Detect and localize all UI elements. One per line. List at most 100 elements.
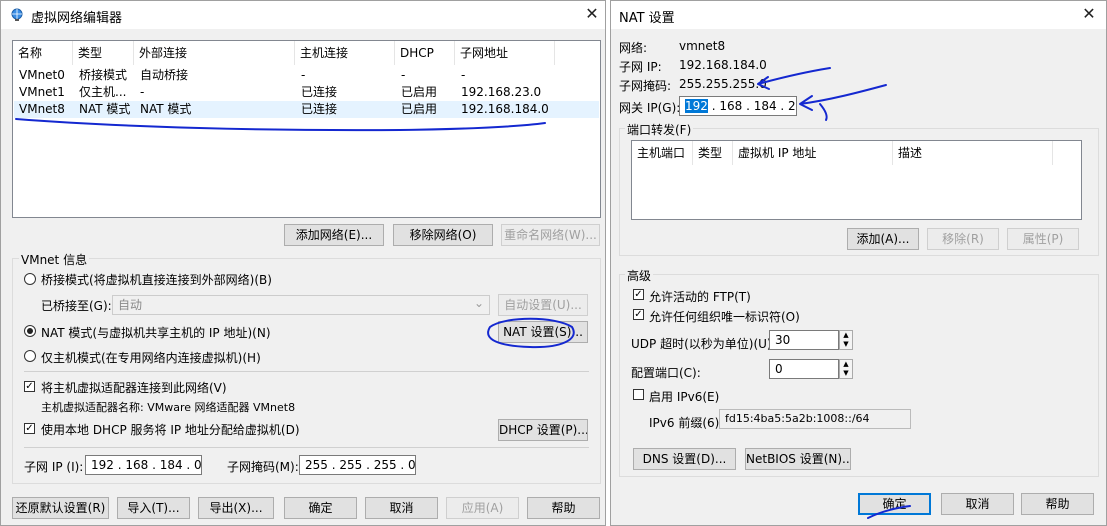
dns-settings-button[interactable]: DNS 设置(D)... — [633, 448, 736, 470]
nat-mode-radio[interactable] — [24, 325, 36, 337]
globe-network-icon — [11, 8, 23, 21]
spin-down-icon[interactable]: ▼ — [840, 369, 852, 378]
cell-host: 已连接 — [301, 85, 338, 99]
host-only-mode-label[interactable]: 仅主机模式(在专用网络内连接虚拟机)(H) — [41, 349, 261, 366]
cell-subnet: 192.168.23.0 — [461, 85, 542, 99]
subnet-ip-label: 子网 IP (I): — [24, 460, 84, 474]
network-value: vmnet8 — [679, 39, 726, 53]
allow-org-id-checkbox[interactable]: ✓ — [633, 309, 644, 320]
config-port-stepper[interactable]: ▲ ▼ — [839, 359, 853, 379]
column-header-host-port[interactable]: 主机端口 — [632, 141, 693, 165]
nat-ok-button[interactable]: 确定 — [858, 493, 931, 515]
udp-timeout-stepper[interactable]: ▲ ▼ — [839, 330, 853, 350]
table-row[interactable]: VMnet1 仅主机... - 已连接 已启用 192.168.23.0 — [14, 84, 599, 101]
port-forward-table[interactable]: 主机端口 类型 虚拟机 IP 地址 描述 — [631, 140, 1082, 220]
subnet-ip-field[interactable]: 192 . 168 . 184 . 0 — [85, 455, 202, 475]
ipv6-prefix-field[interactable]: fd15:4ba5:5a2b:1008::/64 — [719, 409, 911, 429]
nat-settings-button[interactable]: NAT 设置(S)... — [498, 321, 588, 343]
ipv6-prefix-label: IPv6 前缀(6): — [649, 416, 724, 430]
spin-down-icon[interactable]: ▼ — [840, 340, 852, 349]
import-button[interactable]: 导入(T)... — [117, 497, 190, 519]
allow-org-id-label[interactable]: 允许任何组织唯一标识符(O) — [649, 308, 800, 325]
export-button[interactable]: 导出(X)... — [198, 497, 274, 519]
bridge-mode-label[interactable]: 桥接模式(将虚拟机直接连接到外部网络)(B) — [41, 271, 272, 288]
restore-defaults-button[interactable]: 还原默认设置(R) — [12, 497, 109, 519]
ok-button[interactable]: 确定 — [284, 497, 357, 519]
allow-ftp-checkbox[interactable]: ✓ — [633, 289, 644, 300]
bridged-to-label: 已桥接至(G): — [41, 299, 112, 313]
network-label: 网络: — [619, 41, 648, 55]
config-port-field[interactable]: 0 — [769, 359, 839, 379]
connect-adapter-label[interactable]: 将主机虚拟适配器连接到此网络(V) — [41, 379, 227, 396]
cell-external: NAT 模式 — [140, 102, 192, 116]
close-icon[interactable]: ✕ — [580, 4, 604, 24]
cancel-button[interactable]: 取消 — [365, 497, 438, 519]
cell-external: 自动桥接 — [140, 68, 189, 82]
port-properties-button[interactable]: 属性(P) — [1007, 228, 1079, 250]
add-network-button[interactable]: 添加网络(E)... — [284, 224, 384, 246]
cell-external: - — [140, 85, 145, 99]
column-header-type[interactable]: 类型 — [693, 141, 733, 165]
allow-ftp-label[interactable]: 允许活动的 FTP(T) — [649, 288, 751, 305]
column-header-subnet[interactable]: 子网地址 — [455, 41, 555, 65]
subnet-mask-label: 子网掩码: — [619, 79, 672, 93]
window-title: 虚拟网络编辑器 — [31, 11, 123, 26]
netbios-settings-button[interactable]: NetBIOS 设置(N)... — [745, 448, 851, 470]
cell-name: VMnet0 — [19, 68, 65, 82]
gateway-ip-selected-octet: 192 — [685, 99, 708, 113]
vmnet-info-legend: VMnet 信息 — [19, 251, 90, 268]
chevron-down-icon: ⌄ — [473, 296, 484, 310]
column-header-external[interactable]: 外部连接 — [134, 41, 295, 65]
use-dhcp-checkbox[interactable]: ✓ — [24, 423, 35, 434]
divider — [24, 371, 589, 372]
column-header-host[interactable]: 主机连接 — [295, 41, 395, 65]
gateway-ip-label: 网关 IP(G): — [619, 101, 681, 115]
port-forward-legend: 端口转发(F) — [625, 121, 694, 138]
use-dhcp-label[interactable]: 使用本地 DHCP 服务将 IP 地址分配给虚拟机(D) — [41, 421, 300, 438]
rename-network-button[interactable]: 重命名网络(W)... — [501, 224, 600, 246]
bridged-to-select[interactable]: 自动 ⌄ — [112, 295, 490, 315]
host-only-mode-radio[interactable] — [24, 350, 36, 362]
advanced-legend: 高级 — [625, 267, 654, 284]
cell-name: VMnet1 — [19, 85, 65, 99]
apply-button[interactable]: 应用(A) — [446, 497, 519, 519]
connect-adapter-checkbox[interactable]: ✓ — [24, 381, 35, 392]
table-row-selected[interactable]: VMnet8 NAT 模式 NAT 模式 已连接 已启用 192.168.184… — [14, 101, 599, 118]
title-bar: 虚拟网络编辑器 ✕ — [1, 1, 605, 29]
nat-help-button[interactable]: 帮助 — [1021, 493, 1094, 515]
auto-settings-button[interactable]: 自动设置(U)... — [498, 294, 588, 316]
subnet-ip-value: 192.168.184.0 — [679, 58, 767, 72]
column-header-type[interactable]: 类型 — [73, 41, 134, 65]
remove-network-button[interactable]: 移除网络(O) — [393, 224, 493, 246]
divider — [24, 447, 589, 448]
gateway-ip-rest: . 168 . 184 . 2 — [707, 99, 796, 113]
subnet-mask-field[interactable]: 255 . 255 . 255 . 0 — [299, 455, 416, 475]
remove-port-button[interactable]: 移除(R) — [927, 228, 999, 250]
nat-cancel-button[interactable]: 取消 — [941, 493, 1014, 515]
add-port-button[interactable]: 添加(A)... — [847, 228, 919, 250]
nat-settings-window: NAT 设置 ✕ 网络: vmnet8 子网 IP: 192.168.184.0… — [610, 0, 1107, 526]
table-row[interactable]: VMnet0 桥接模式 自动桥接 - - - — [14, 67, 599, 84]
cell-name: VMnet8 — [19, 102, 65, 116]
nat-mode-label[interactable]: NAT 模式(与虚拟机共享主机的 IP 地址)(N) — [41, 324, 271, 341]
network-table[interactable]: 名称 类型 外部连接 主机连接 DHCP 子网地址 VMnet0 桥接模式 自动… — [12, 40, 601, 218]
gateway-ip-field[interactable]: 192 . 168 . 184 . 2 — [679, 96, 797, 116]
spin-up-icon[interactable]: ▲ — [840, 331, 852, 340]
dhcp-settings-button[interactable]: DHCP 设置(P)... — [498, 419, 588, 441]
config-port-label: 配置端口(C): — [631, 366, 701, 380]
cell-host: 已连接 — [301, 102, 338, 116]
cell-dhcp: 已启用 — [401, 102, 438, 116]
spin-up-icon[interactable]: ▲ — [840, 360, 852, 369]
udp-timeout-field[interactable]: 30 — [769, 330, 839, 350]
bridge-mode-radio[interactable] — [24, 273, 36, 285]
close-icon[interactable]: ✕ — [1077, 4, 1101, 24]
cell-type: 桥接模式 — [79, 68, 128, 82]
column-header-description[interactable]: 描述 — [893, 141, 1053, 165]
column-header-name[interactable]: 名称 — [13, 41, 73, 65]
help-button[interactable]: 帮助 — [527, 497, 600, 519]
enable-ipv6-label[interactable]: 启用 IPv6(E) — [649, 388, 719, 405]
column-header-dhcp[interactable]: DHCP — [395, 41, 455, 65]
enable-ipv6-checkbox[interactable] — [633, 389, 644, 400]
bridged-to-value: 自动 — [118, 298, 143, 312]
column-header-vm-ip[interactable]: 虚拟机 IP 地址 — [733, 141, 893, 165]
